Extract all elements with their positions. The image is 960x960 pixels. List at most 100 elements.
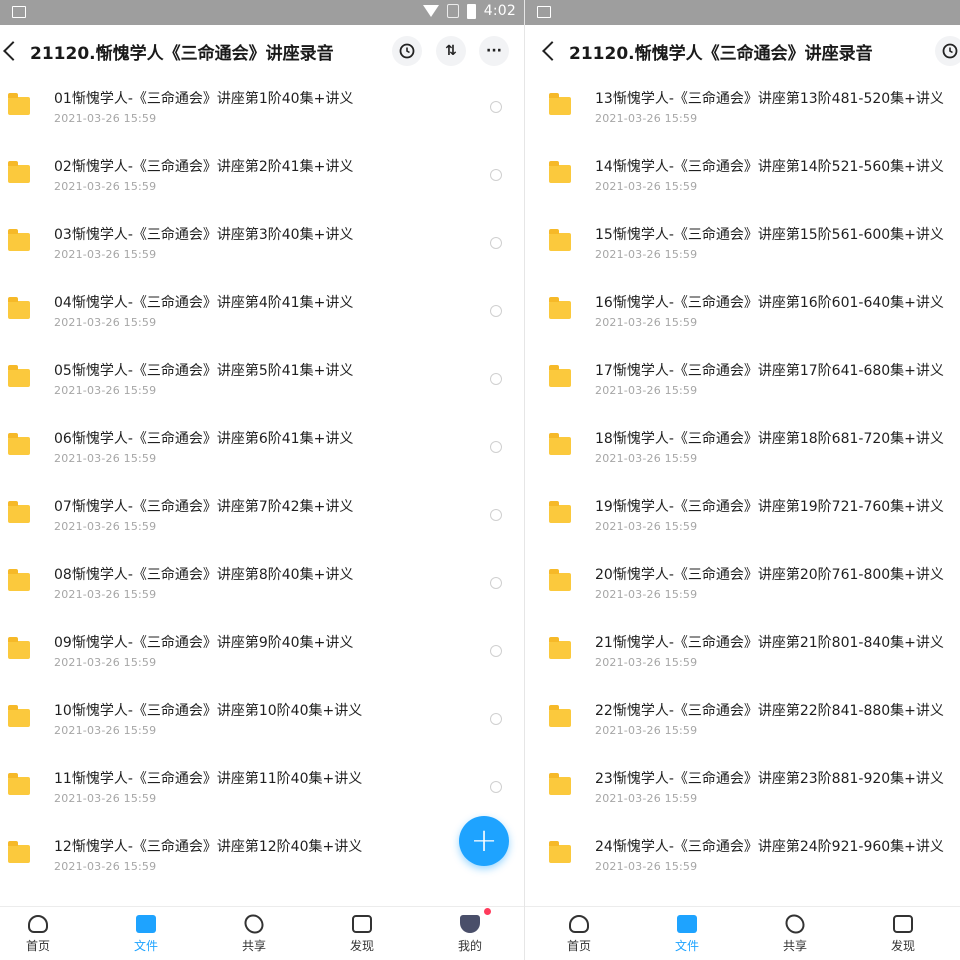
tab-files[interactable]: 文件 bbox=[116, 915, 176, 954]
tab-me[interactable]: 我的 bbox=[440, 915, 500, 954]
status-icons: 4:02 bbox=[422, 3, 516, 19]
select-radio[interactable] bbox=[490, 169, 502, 181]
folder-row[interactable]: 20惭愧学人-《三命通会》讲座第20阶761-800集+讲义 2021-03-26… bbox=[525, 548, 960, 616]
folder-row[interactable]: 15惭愧学人-《三命通会》讲座第15阶561-600集+讲义 2021-03-26… bbox=[525, 208, 960, 276]
tab-share[interactable]: 共享 bbox=[765, 910, 825, 954]
folder-date: 2021-03-26 15:59 bbox=[54, 248, 157, 261]
folder-date: 2021-03-26 15:59 bbox=[54, 452, 157, 465]
tab-label: 文件 bbox=[674, 939, 699, 953]
folder-row[interactable]: 01惭愧学人-《三命通会》讲座第1阶40集+讲义 2021-03-26 15:59 bbox=[0, 72, 524, 140]
back-icon[interactable] bbox=[3, 41, 23, 61]
add-button[interactable]: + bbox=[459, 816, 509, 866]
select-radio[interactable] bbox=[490, 781, 502, 793]
top-bar: 21120.惭愧学人《三命通会》讲座录音 bbox=[525, 25, 960, 77]
home-icon bbox=[28, 915, 48, 933]
tab-label: 首页 bbox=[25, 939, 50, 953]
bottom-tab-bar: 首页 文件 共享 发现 我的 bbox=[0, 906, 524, 960]
tab-discover[interactable]: 发现 bbox=[332, 915, 392, 954]
folder-row[interactable]: 06惭愧学人-《三命通会》讲座第6阶41集+讲义 2021-03-26 15:59 bbox=[0, 412, 524, 480]
tab-label: 共享 bbox=[241, 939, 266, 953]
tab-label: 首页 bbox=[566, 939, 591, 953]
battery-icon bbox=[466, 3, 476, 19]
discover-icon bbox=[893, 915, 913, 933]
folder-date: 2021-03-26 15:59 bbox=[595, 860, 698, 873]
folder-icon bbox=[8, 297, 30, 319]
folder-icon bbox=[549, 433, 571, 455]
history-button[interactable] bbox=[935, 36, 960, 66]
select-radio[interactable] bbox=[490, 237, 502, 249]
folder-date: 2021-03-26 15:59 bbox=[54, 520, 157, 533]
tab-home[interactable]: 首页 bbox=[549, 915, 609, 954]
status-bar: 4:02 bbox=[0, 0, 524, 25]
share-icon bbox=[240, 910, 268, 938]
folder-icon bbox=[8, 365, 30, 387]
folder-icon bbox=[549, 297, 571, 319]
folder-row[interactable]: 08惭愧学人-《三命通会》讲座第8阶40集+讲义 2021-03-26 15:59 bbox=[0, 548, 524, 616]
select-radio[interactable] bbox=[490, 509, 502, 521]
tab-label: 共享 bbox=[782, 939, 807, 953]
folder-date: 2021-03-26 15:59 bbox=[54, 112, 157, 125]
folder-name: 02惭愧学人-《三命通会》讲座第2阶41集+讲义 bbox=[54, 159, 354, 175]
folder-name: 04惭愧学人-《三命通会》讲座第4阶41集+讲义 bbox=[54, 295, 354, 311]
tab-home[interactable]: 首页 bbox=[8, 915, 68, 954]
folder-name: 22惭愧学人-《三命通会》讲座第22阶841-880集+讲义 bbox=[595, 703, 944, 719]
folder-row[interactable]: 18惭愧学人-《三命通会》讲座第18阶681-720集+讲义 2021-03-26… bbox=[525, 412, 960, 480]
select-radio[interactable] bbox=[490, 645, 502, 657]
tab-label: 文件 bbox=[133, 939, 158, 953]
folder-row[interactable]: 14惭愧学人-《三命通会》讲座第14阶521-560集+讲义 2021-03-26… bbox=[525, 140, 960, 208]
tab-discover[interactable]: 发现 bbox=[873, 915, 933, 954]
select-radio[interactable] bbox=[490, 713, 502, 725]
folder-row[interactable]: 12惭愧学人-《三命通会》讲座第12阶40集+讲义 2021-03-26 15:5… bbox=[0, 820, 524, 888]
folder-name: 21惭愧学人-《三命通会》讲座第21阶801-840集+讲义 bbox=[595, 635, 944, 651]
select-radio[interactable] bbox=[490, 373, 502, 385]
folder-row[interactable]: 16惭愧学人-《三命通会》讲座第16阶601-640集+讲义 2021-03-26… bbox=[525, 276, 960, 344]
folder-row[interactable]: 13惭愧学人-《三命通会》讲座第13阶481-520集+讲义 2021-03-26… bbox=[525, 72, 960, 140]
folder-icon bbox=[8, 637, 30, 659]
folder-name: 06惭愧学人-《三命通会》讲座第6阶41集+讲义 bbox=[54, 431, 354, 447]
tab-label: 我的 bbox=[457, 939, 482, 953]
folder-row[interactable]: 24惭愧学人-《三命通会》讲座第24阶921-960集+讲义 2021-03-26… bbox=[525, 820, 960, 888]
tab-share[interactable]: 共享 bbox=[224, 910, 284, 954]
folder-row[interactable]: 07惭愧学人-《三命通会》讲座第7阶42集+讲义 2021-03-26 15:59 bbox=[0, 480, 524, 548]
tab-files[interactable]: 文件 bbox=[657, 915, 717, 954]
sort-button[interactable]: ⇅ bbox=[436, 36, 466, 66]
folder-row[interactable]: 23惭愧学人-《三命通会》讲座第23阶881-920集+讲义 2021-03-26… bbox=[525, 752, 960, 820]
gallery-notification-icon bbox=[537, 6, 551, 18]
folder-name: 10惭愧学人-《三命通会》讲座第10阶40集+讲义 bbox=[54, 703, 363, 719]
select-radio[interactable] bbox=[490, 441, 502, 453]
no-sim-icon bbox=[446, 4, 459, 18]
folder-name: 16惭愧学人-《三命通会》讲座第16阶601-640集+讲义 bbox=[595, 295, 944, 311]
files-icon bbox=[677, 915, 697, 933]
share-icon bbox=[781, 910, 809, 938]
folder-date: 2021-03-26 15:59 bbox=[595, 588, 698, 601]
folder-name: 05惭愧学人-《三命通会》讲座第5阶41集+讲义 bbox=[54, 363, 354, 379]
folder-date: 2021-03-26 15:59 bbox=[595, 112, 698, 125]
back-icon[interactable] bbox=[542, 41, 562, 61]
folder-name: 23惭愧学人-《三命通会》讲座第23阶881-920集+讲义 bbox=[595, 771, 944, 787]
folder-icon bbox=[549, 569, 571, 591]
select-radio[interactable] bbox=[490, 101, 502, 113]
history-button[interactable] bbox=[392, 36, 422, 66]
status-time: 4:02 bbox=[483, 3, 516, 19]
folder-icon bbox=[8, 773, 30, 795]
select-radio[interactable] bbox=[490, 305, 502, 317]
select-radio[interactable] bbox=[490, 577, 502, 589]
folder-row[interactable]: 02惭愧学人-《三命通会》讲座第2阶41集+讲义 2021-03-26 15:59 bbox=[0, 140, 524, 208]
folder-row[interactable]: 04惭愧学人-《三命通会》讲座第4阶41集+讲义 2021-03-26 15:59 bbox=[0, 276, 524, 344]
tab-label: 发现 bbox=[349, 939, 374, 953]
folder-row[interactable]: 05惭愧学人-《三命通会》讲座第5阶41集+讲义 2021-03-26 15:59 bbox=[0, 344, 524, 412]
folder-row[interactable]: 21惭愧学人-《三命通会》讲座第21阶801-840集+讲义 2021-03-26… bbox=[525, 616, 960, 684]
more-button[interactable]: ··· bbox=[479, 36, 509, 66]
folder-icon bbox=[549, 773, 571, 795]
folder-date: 2021-03-26 15:59 bbox=[595, 656, 698, 669]
folder-row[interactable]: 19惭愧学人-《三命通会》讲座第19阶721-760集+讲义 2021-03-26… bbox=[525, 480, 960, 548]
folder-icon bbox=[8, 93, 30, 115]
folder-row[interactable]: 22惭愧学人-《三命通会》讲座第22阶841-880集+讲义 2021-03-26… bbox=[525, 684, 960, 752]
folder-row[interactable]: 10惭愧学人-《三命通会》讲座第10阶40集+讲义 2021-03-26 15:5… bbox=[0, 684, 524, 752]
folder-row[interactable]: 11惭愧学人-《三命通会》讲座第11阶40集+讲义 2021-03-26 15:5… bbox=[0, 752, 524, 820]
folder-name: 08惭愧学人-《三命通会》讲座第8阶40集+讲义 bbox=[54, 567, 354, 583]
folder-name: 19惭愧学人-《三命通会》讲座第19阶721-760集+讲义 bbox=[595, 499, 944, 515]
folder-row[interactable]: 17惭愧学人-《三命通会》讲座第17阶641-680集+讲义 2021-03-26… bbox=[525, 344, 960, 412]
folder-row[interactable]: 03惭愧学人-《三命通会》讲座第3阶40集+讲义 2021-03-26 15:59 bbox=[0, 208, 524, 276]
folder-row[interactable]: 09惭愧学人-《三命通会》讲座第9阶40集+讲义 2021-03-26 15:59 bbox=[0, 616, 524, 684]
